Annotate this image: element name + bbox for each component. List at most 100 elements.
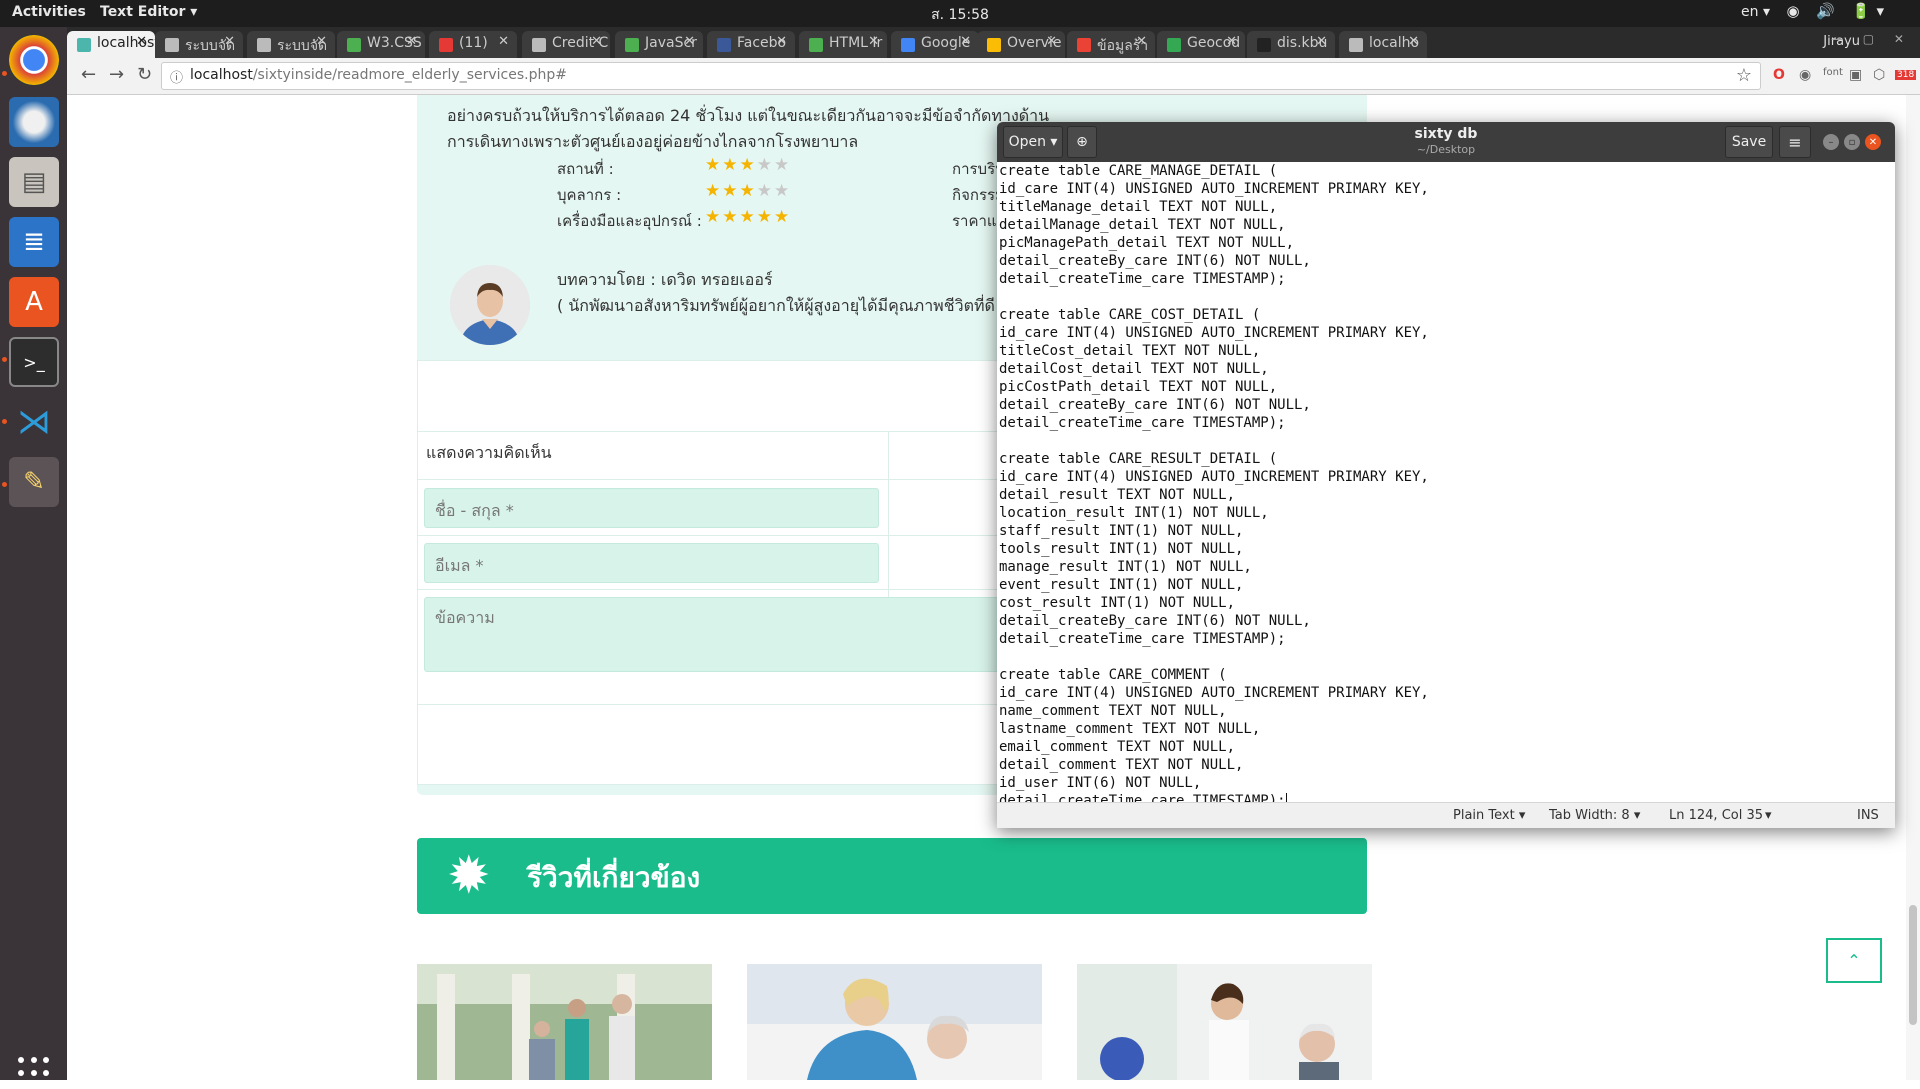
close-tab-icon[interactable]: ✕ bbox=[316, 34, 327, 49]
files-icon[interactable]: ▤ bbox=[9, 157, 59, 207]
code-line: name_comment TEXT NOT NULL, bbox=[999, 703, 1227, 719]
code-line: picManagePath_detail TEXT NOT NULL, bbox=[999, 235, 1295, 251]
close-tab-icon[interactable]: ✕ bbox=[1136, 34, 1147, 49]
code-line: detail_createBy_care INT(6) NOT NULL, bbox=[999, 613, 1311, 629]
star-icon: ★ bbox=[774, 155, 792, 175]
opera-extension-icon[interactable]: O bbox=[1773, 67, 1785, 83]
position-menu-icon[interactable]: ▾ bbox=[1765, 808, 1772, 823]
language-selector[interactable]: Plain Text ▾ bbox=[1453, 808, 1525, 823]
browser-tab[interactable]: ระบบจัด ✕ bbox=[155, 31, 243, 58]
shield-extension-icon[interactable]: ⬡ bbox=[1873, 67, 1885, 83]
email-input[interactable]: อีเมล * bbox=[424, 543, 879, 583]
text-editor-icon[interactable]: ✎ bbox=[9, 457, 59, 507]
app-menu[interactable]: Text Editor ▾ bbox=[100, 4, 197, 20]
language-indicator[interactable]: en ▾ bbox=[1741, 4, 1770, 20]
hamburger-menu-icon[interactable]: ≡ bbox=[1779, 126, 1811, 158]
star-icon: ★ bbox=[739, 181, 757, 201]
browser-tab[interactable]: Credit C ✕ bbox=[522, 31, 610, 58]
close-icon[interactable]: ✕ bbox=[1865, 134, 1881, 150]
star-icon: ★ bbox=[774, 181, 792, 201]
author-info: บทความโดย : เดวิด ทรอยเออร์ ( นักพัฒนาอส… bbox=[557, 267, 995, 319]
related-review-photo[interactable] bbox=[747, 964, 1042, 1080]
extension-icon[interactable]: ◉ bbox=[1799, 67, 1811, 83]
software-icon[interactable]: A bbox=[9, 277, 59, 327]
writer-icon[interactable]: ≣ bbox=[9, 217, 59, 267]
browser-tab[interactable]: W3.CSS ✕ bbox=[337, 31, 425, 58]
menu-icon[interactable]: ⋮ bbox=[1915, 67, 1920, 83]
browser-tab[interactable]: ข้อมูลร้า ✕ bbox=[1067, 31, 1155, 58]
cursor-position[interactable]: Ln 124, Col 35 bbox=[1669, 808, 1763, 823]
forward-icon[interactable]: → bbox=[109, 64, 124, 85]
star-icon: ★ bbox=[756, 181, 774, 201]
info-icon[interactable]: ⓘ bbox=[170, 67, 183, 86]
close-tab-icon[interactable]: ✕ bbox=[960, 34, 971, 49]
name-input[interactable]: ชื่อ - สกุล * bbox=[424, 488, 879, 528]
save-button[interactable]: Save bbox=[1725, 126, 1773, 158]
back-to-top-button[interactable]: ⌃ bbox=[1826, 938, 1882, 983]
tab-width-selector[interactable]: Tab Width: 8 ▾ bbox=[1549, 808, 1640, 823]
code-line: email_comment TEXT NOT NULL, bbox=[999, 739, 1236, 755]
code-line: detail_comment TEXT NOT NULL, bbox=[999, 757, 1244, 773]
extension-icon[interactable]: ▣ bbox=[1849, 67, 1862, 83]
terminal-icon[interactable]: >_ bbox=[9, 337, 59, 387]
running-indicator bbox=[2, 71, 7, 76]
page-scrollbar[interactable] bbox=[1906, 95, 1920, 1080]
close-tab-icon[interactable]: ✕ bbox=[1316, 34, 1327, 49]
close-tab-icon[interactable]: ✕ bbox=[224, 34, 235, 49]
open-button[interactable]: Open ▾ bbox=[1003, 126, 1063, 158]
tab-label: (11) bbox=[459, 35, 488, 51]
related-review-photo[interactable] bbox=[1077, 964, 1372, 1080]
chrome-icon[interactable] bbox=[9, 35, 59, 85]
browser-tab[interactable]: Overvie ✕ bbox=[977, 31, 1065, 58]
close-tab-icon[interactable]: ✕ bbox=[406, 34, 417, 49]
close-tab-icon[interactable]: ✕ bbox=[591, 34, 602, 49]
browser-tab[interactable]: ระบบจัด ✕ bbox=[247, 31, 335, 58]
back-icon[interactable]: ← bbox=[81, 64, 96, 85]
vscode-icon[interactable]: ⋊ bbox=[9, 397, 59, 447]
close-tab-icon[interactable]: ✕ bbox=[1046, 34, 1057, 49]
code-line: detailManage_detail TEXT NOT NULL, bbox=[999, 217, 1286, 233]
browser-tab[interactable]: Facebo ✕ bbox=[707, 31, 795, 58]
new-tab-icon[interactable]: ⊕ bbox=[1067, 126, 1097, 158]
running-indicator bbox=[2, 482, 7, 487]
related-review-photo[interactable] bbox=[417, 964, 712, 1080]
system-tray[interactable]: ◉ 🔊 🔋▾ bbox=[1786, 2, 1890, 20]
close-tab-icon[interactable]: ✕ bbox=[868, 34, 879, 49]
close-tab-icon[interactable]: ✕ bbox=[1226, 34, 1237, 49]
code-line: picCostPath_detail TEXT NOT NULL, bbox=[999, 379, 1278, 395]
browser-tab[interactable]: JavaScr ✕ bbox=[615, 31, 703, 58]
activities-button[interactable]: Activities bbox=[12, 4, 86, 20]
message-textarea[interactable]: ข้อความ bbox=[424, 597, 1024, 672]
reload-icon[interactable]: ↻ bbox=[137, 64, 152, 85]
browser-tab[interactable]: Google ✕ bbox=[891, 31, 979, 58]
browser-tab[interactable]: HTML Ir ✕ bbox=[799, 31, 887, 58]
close-tab-icon[interactable]: ✕ bbox=[776, 34, 787, 49]
close-tab-icon[interactable]: ✕ bbox=[498, 34, 509, 49]
clock[interactable]: ส. 15:58 bbox=[0, 4, 1920, 26]
close-tab-icon[interactable]: ✕ bbox=[1408, 34, 1419, 49]
show-applications-icon[interactable] bbox=[18, 1057, 50, 1089]
browser-tab[interactable]: (11) ✕ bbox=[429, 31, 517, 58]
browser-tab[interactable]: dis.kbu ✕ bbox=[1247, 31, 1335, 58]
editor-header-bar: Open ▾ ⊕ sixty db ~/Desktop Save ≡ – ▫ ✕ bbox=[997, 122, 1895, 162]
browser-tab[interactable]: localhost ✕ bbox=[67, 31, 155, 58]
close-tab-icon[interactable]: ✕ bbox=[684, 34, 695, 49]
address-bar[interactable]: ⓘ localhost/sixtyinside/readmore_elderly… bbox=[161, 62, 1761, 90]
thunderbird-icon[interactable] bbox=[9, 97, 59, 147]
maximize-icon[interactable]: ▫ bbox=[1844, 134, 1860, 150]
favicon-icon bbox=[1257, 38, 1271, 52]
extension-badge[interactable]: 318 bbox=[1895, 70, 1917, 80]
favicon-icon bbox=[439, 38, 453, 52]
bookmark-star-icon[interactable]: ☆ bbox=[1736, 65, 1752, 86]
font-extension-icon[interactable]: font bbox=[1823, 67, 1843, 78]
browser-tab[interactable]: Geocod ✕ bbox=[1157, 31, 1245, 58]
minimize-icon[interactable]: – bbox=[1823, 134, 1839, 150]
close-tab-icon[interactable]: ✕ bbox=[136, 34, 147, 49]
code-editor[interactable]: create table CARE_MANAGE_DETAIL (id_care… bbox=[997, 162, 1895, 802]
scrollbar-thumb[interactable] bbox=[1909, 905, 1917, 1025]
text-editor-window: Open ▾ ⊕ sixty db ~/Desktop Save ≡ – ▫ ✕… bbox=[997, 122, 1895, 828]
browser-tab[interactable]: localho ✕ bbox=[1339, 31, 1427, 58]
window-controls[interactable]: — ▢ ✕ bbox=[1831, 32, 1912, 46]
